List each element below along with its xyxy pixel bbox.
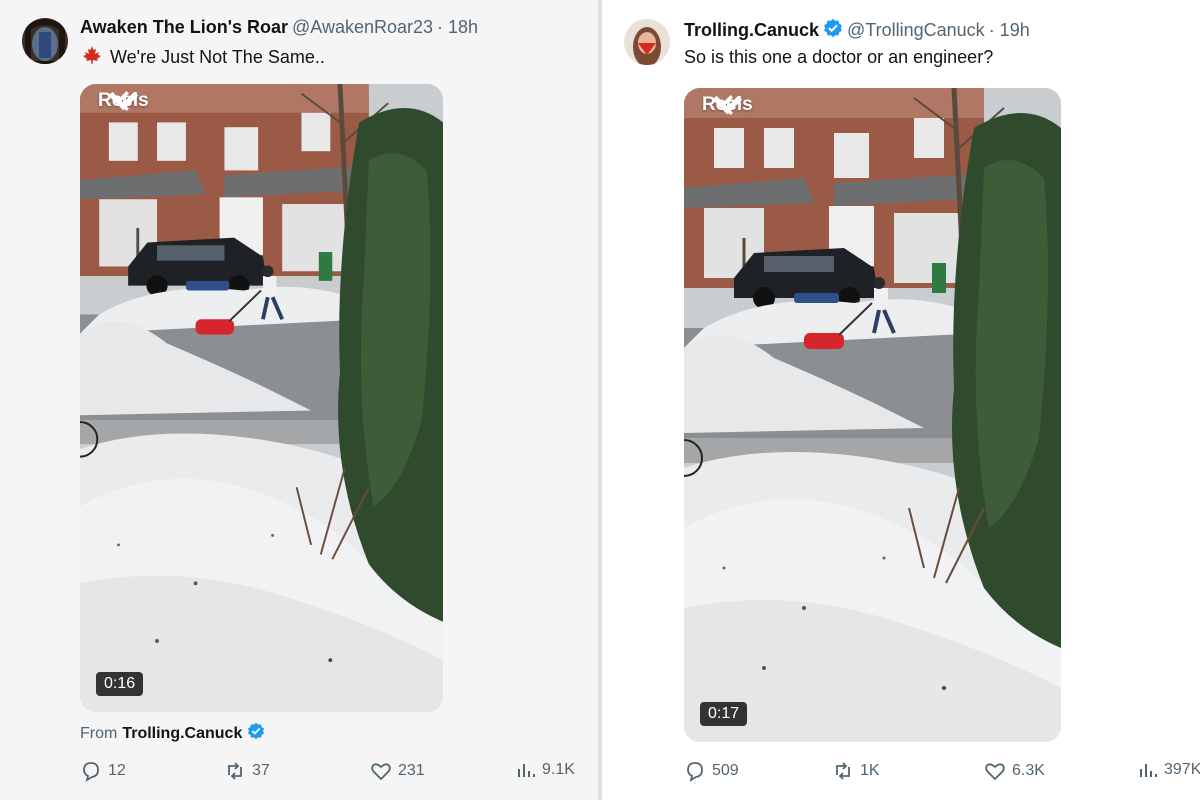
- views-icon: [516, 760, 536, 780]
- like-count: 231: [398, 762, 425, 779]
- reply-icon: [684, 760, 706, 782]
- from-attribution: From Trolling.Canuck: [80, 722, 265, 745]
- from-source-name[interactable]: Trolling.Canuck: [122, 725, 242, 743]
- verified-badge-icon: [823, 18, 843, 43]
- video-duration: 0:17: [700, 702, 748, 726]
- like-icon: [370, 760, 392, 782]
- like-icon: [984, 760, 1006, 782]
- maple-leaf-icon: [82, 45, 102, 70]
- video-frame: [684, 88, 1061, 742]
- action-bar: 509 1K 6.3K 397K: [602, 758, 1200, 786]
- views-count: 9.1K: [542, 761, 575, 778]
- retweet-icon: [832, 760, 854, 782]
- video-duration: 0:16: [96, 672, 144, 696]
- tweet-header: Trolling.Canuck @TrollingCanuck · 19h: [684, 18, 1030, 43]
- tweet-card-left: Awaken The Lion's Roar @AwakenRoar23 · 1…: [0, 0, 598, 800]
- timestamp[interactable]: · 18h: [437, 17, 478, 38]
- views-button[interactable]: 9.1K: [516, 760, 575, 780]
- like-count: 6.3K: [1012, 762, 1045, 779]
- reply-count: 509: [712, 762, 739, 779]
- reply-button[interactable]: 509: [684, 760, 739, 782]
- video-media[interactable]: Reels 0:17: [684, 88, 1061, 742]
- author-handle[interactable]: @AwakenRoar23: [292, 17, 433, 38]
- retweet-button[interactable]: 37: [224, 760, 270, 782]
- action-bar: 12 37 231 9.1K: [0, 758, 598, 786]
- author-handle[interactable]: @TrollingCanuck: [847, 20, 985, 41]
- timestamp[interactable]: · 19h: [989, 20, 1030, 41]
- views-icon: [1138, 760, 1158, 780]
- verified-badge-icon: [247, 722, 265, 745]
- retweet-count: 1K: [860, 762, 880, 779]
- reply-count: 12: [108, 762, 126, 779]
- avatar[interactable]: [624, 19, 670, 65]
- retweet-count: 37: [252, 762, 270, 779]
- tweet-header: Awaken The Lion's Roar @AwakenRoar23 · 1…: [80, 17, 478, 38]
- tweet-card-right: Trolling.Canuck @TrollingCanuck · 19h So…: [602, 0, 1200, 800]
- reply-button[interactable]: 12: [80, 760, 126, 782]
- tweet-text: We're Just Not The Same..: [82, 45, 325, 70]
- video-media[interactable]: Reels 0:16: [80, 84, 443, 712]
- avatar[interactable]: [22, 18, 68, 64]
- tweet-body: So is this one a doctor or an engineer?: [684, 47, 994, 67]
- author-name[interactable]: Awaken The Lion's Roar: [80, 17, 288, 38]
- retweet-icon: [224, 760, 246, 782]
- tweet-text: So is this one a doctor or an engineer?: [684, 47, 993, 68]
- views-button[interactable]: 397K: [1138, 760, 1200, 780]
- from-prefix: From: [80, 724, 118, 742]
- author-name[interactable]: Trolling.Canuck: [684, 20, 819, 41]
- tweet-body: We're Just Not The Same..: [110, 47, 325, 67]
- like-button[interactable]: 6.3K: [984, 760, 1045, 782]
- reply-icon: [80, 760, 102, 782]
- reels-overlay: Reels: [92, 90, 155, 112]
- like-button[interactable]: 231: [370, 760, 425, 782]
- reels-overlay: Reels: [696, 94, 759, 116]
- video-frame: [80, 84, 443, 712]
- retweet-button[interactable]: 1K: [832, 760, 880, 782]
- views-count: 397K: [1164, 761, 1200, 778]
